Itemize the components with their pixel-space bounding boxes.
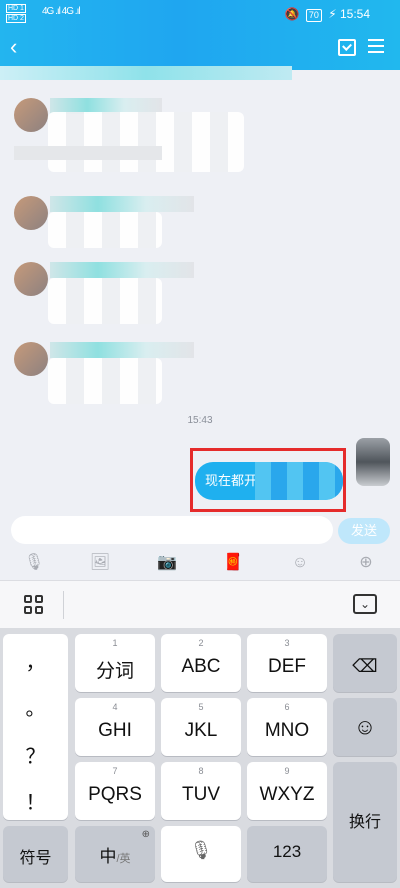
key-7[interactable]: 7 PQRS [75, 762, 155, 820]
lang-sub: /英 [116, 853, 131, 865]
emoji-key[interactable]: ☺ [333, 698, 397, 756]
key-question[interactable]: ？ [3, 740, 68, 769]
charging-icon: ⚡ [328, 7, 337, 21]
message-bubble [48, 358, 162, 404]
sender-name [50, 342, 194, 358]
key-comma[interactable]: ， [3, 646, 68, 675]
chat-header: HD 1 HD 2 4G .ıl 4G .ıl 🔕 70 ⚡ 15:54 ‹ [0, 0, 400, 70]
avatar[interactable] [14, 262, 48, 296]
my-avatar[interactable] [356, 438, 390, 486]
plus-icon[interactable]: ⊕ [355, 552, 377, 574]
message-bubble [48, 112, 244, 172]
punctuation-column: ， 。 ？ ！ [3, 634, 68, 820]
mic-icon: 🎙 [189, 840, 213, 860]
globe-icon: ⊕ [141, 829, 150, 840]
avatar[interactable] [14, 98, 48, 132]
emoji-icon: ☺ [353, 714, 377, 739]
avatar[interactable] [14, 342, 48, 376]
message-bubble [48, 278, 162, 324]
language-switch-key[interactable]: 中/英 ⊕ [75, 826, 155, 882]
key-exclaim[interactable]: ！ [3, 786, 68, 815]
keyboard: ， 。 ？ ！ 1 分词 2 ABC 3 DEF ⌫ 4 GHI 5 JKL 6… [0, 628, 400, 888]
sender-name [50, 262, 194, 278]
calendar-check-icon[interactable] [338, 39, 356, 56]
status-bar: HD 1 HD 2 4G .ıl 4G .ıl 🔕 70 ⚡ 15:54 [0, 0, 400, 28]
sender-name [50, 196, 194, 212]
key-4[interactable]: 4 GHI [75, 698, 155, 756]
lang-main: 中 [99, 847, 117, 866]
key-9[interactable]: 9 WXYZ [247, 762, 327, 820]
backspace-icon: ⌫ [352, 656, 378, 676]
symbols-key[interactable]: 符号 [3, 826, 68, 882]
camera-icon[interactable]: 📷 [156, 552, 178, 574]
key-5[interactable]: 5 JKL [161, 698, 241, 756]
menu-icon[interactable] [368, 39, 384, 57]
highlight-box [190, 448, 346, 512]
input-row: 发送 [0, 512, 400, 548]
back-button[interactable]: ‹ [10, 34, 17, 60]
divider [63, 591, 64, 619]
key-2[interactable]: 2 ABC [161, 634, 241, 692]
key-3[interactable]: 3 DEF [247, 634, 327, 692]
chat-toolbar: 🎙 🖼 📷 🧧 ☺ ⊕ [0, 548, 400, 578]
sim-indicators: HD 1 HD 2 [6, 4, 26, 23]
key-1[interactable]: 1 分词 [75, 634, 155, 692]
image-icon[interactable]: 🖼 [89, 552, 111, 574]
avatar[interactable] [14, 196, 48, 230]
hide-keyboard-icon[interactable]: ⌄ [353, 594, 377, 614]
red-packet-icon[interactable]: 🧧 [222, 552, 244, 574]
backspace-key[interactable]: ⌫ [333, 634, 397, 692]
clock: 15:54 [339, 7, 370, 21]
message-timestamp: 15:43 [187, 415, 213, 426]
numbers-key[interactable]: 123 [247, 826, 327, 882]
signal-icon: 4G .ıl 4G .ıl [42, 6, 81, 17]
grid-menu-icon[interactable] [24, 595, 44, 615]
key-8[interactable]: 8 TUV [161, 762, 241, 820]
keyboard-topbar: ⌄ [0, 580, 400, 628]
send-button[interactable]: 发送 [338, 518, 390, 544]
emoji-icon[interactable]: ☺ [289, 552, 311, 574]
space-key[interactable]: 🎙 [161, 826, 241, 882]
enter-key[interactable]: 换行 [333, 762, 397, 882]
message-input[interactable] [11, 516, 333, 544]
blurred-banner [0, 66, 292, 80]
key-period[interactable]: 。 [3, 692, 68, 721]
mute-icon: 🔕 [284, 7, 300, 21]
mic-icon[interactable]: 🎙 [23, 552, 45, 574]
battery-icon: 70 [305, 9, 322, 22]
status-right: 🔕 70 ⚡ 15:54 [285, 7, 370, 22]
key-6[interactable]: 6 MNO [247, 698, 327, 756]
blurred-row [14, 146, 162, 160]
message-bubble [48, 212, 162, 248]
nav-bar: ‹ [0, 30, 400, 66]
